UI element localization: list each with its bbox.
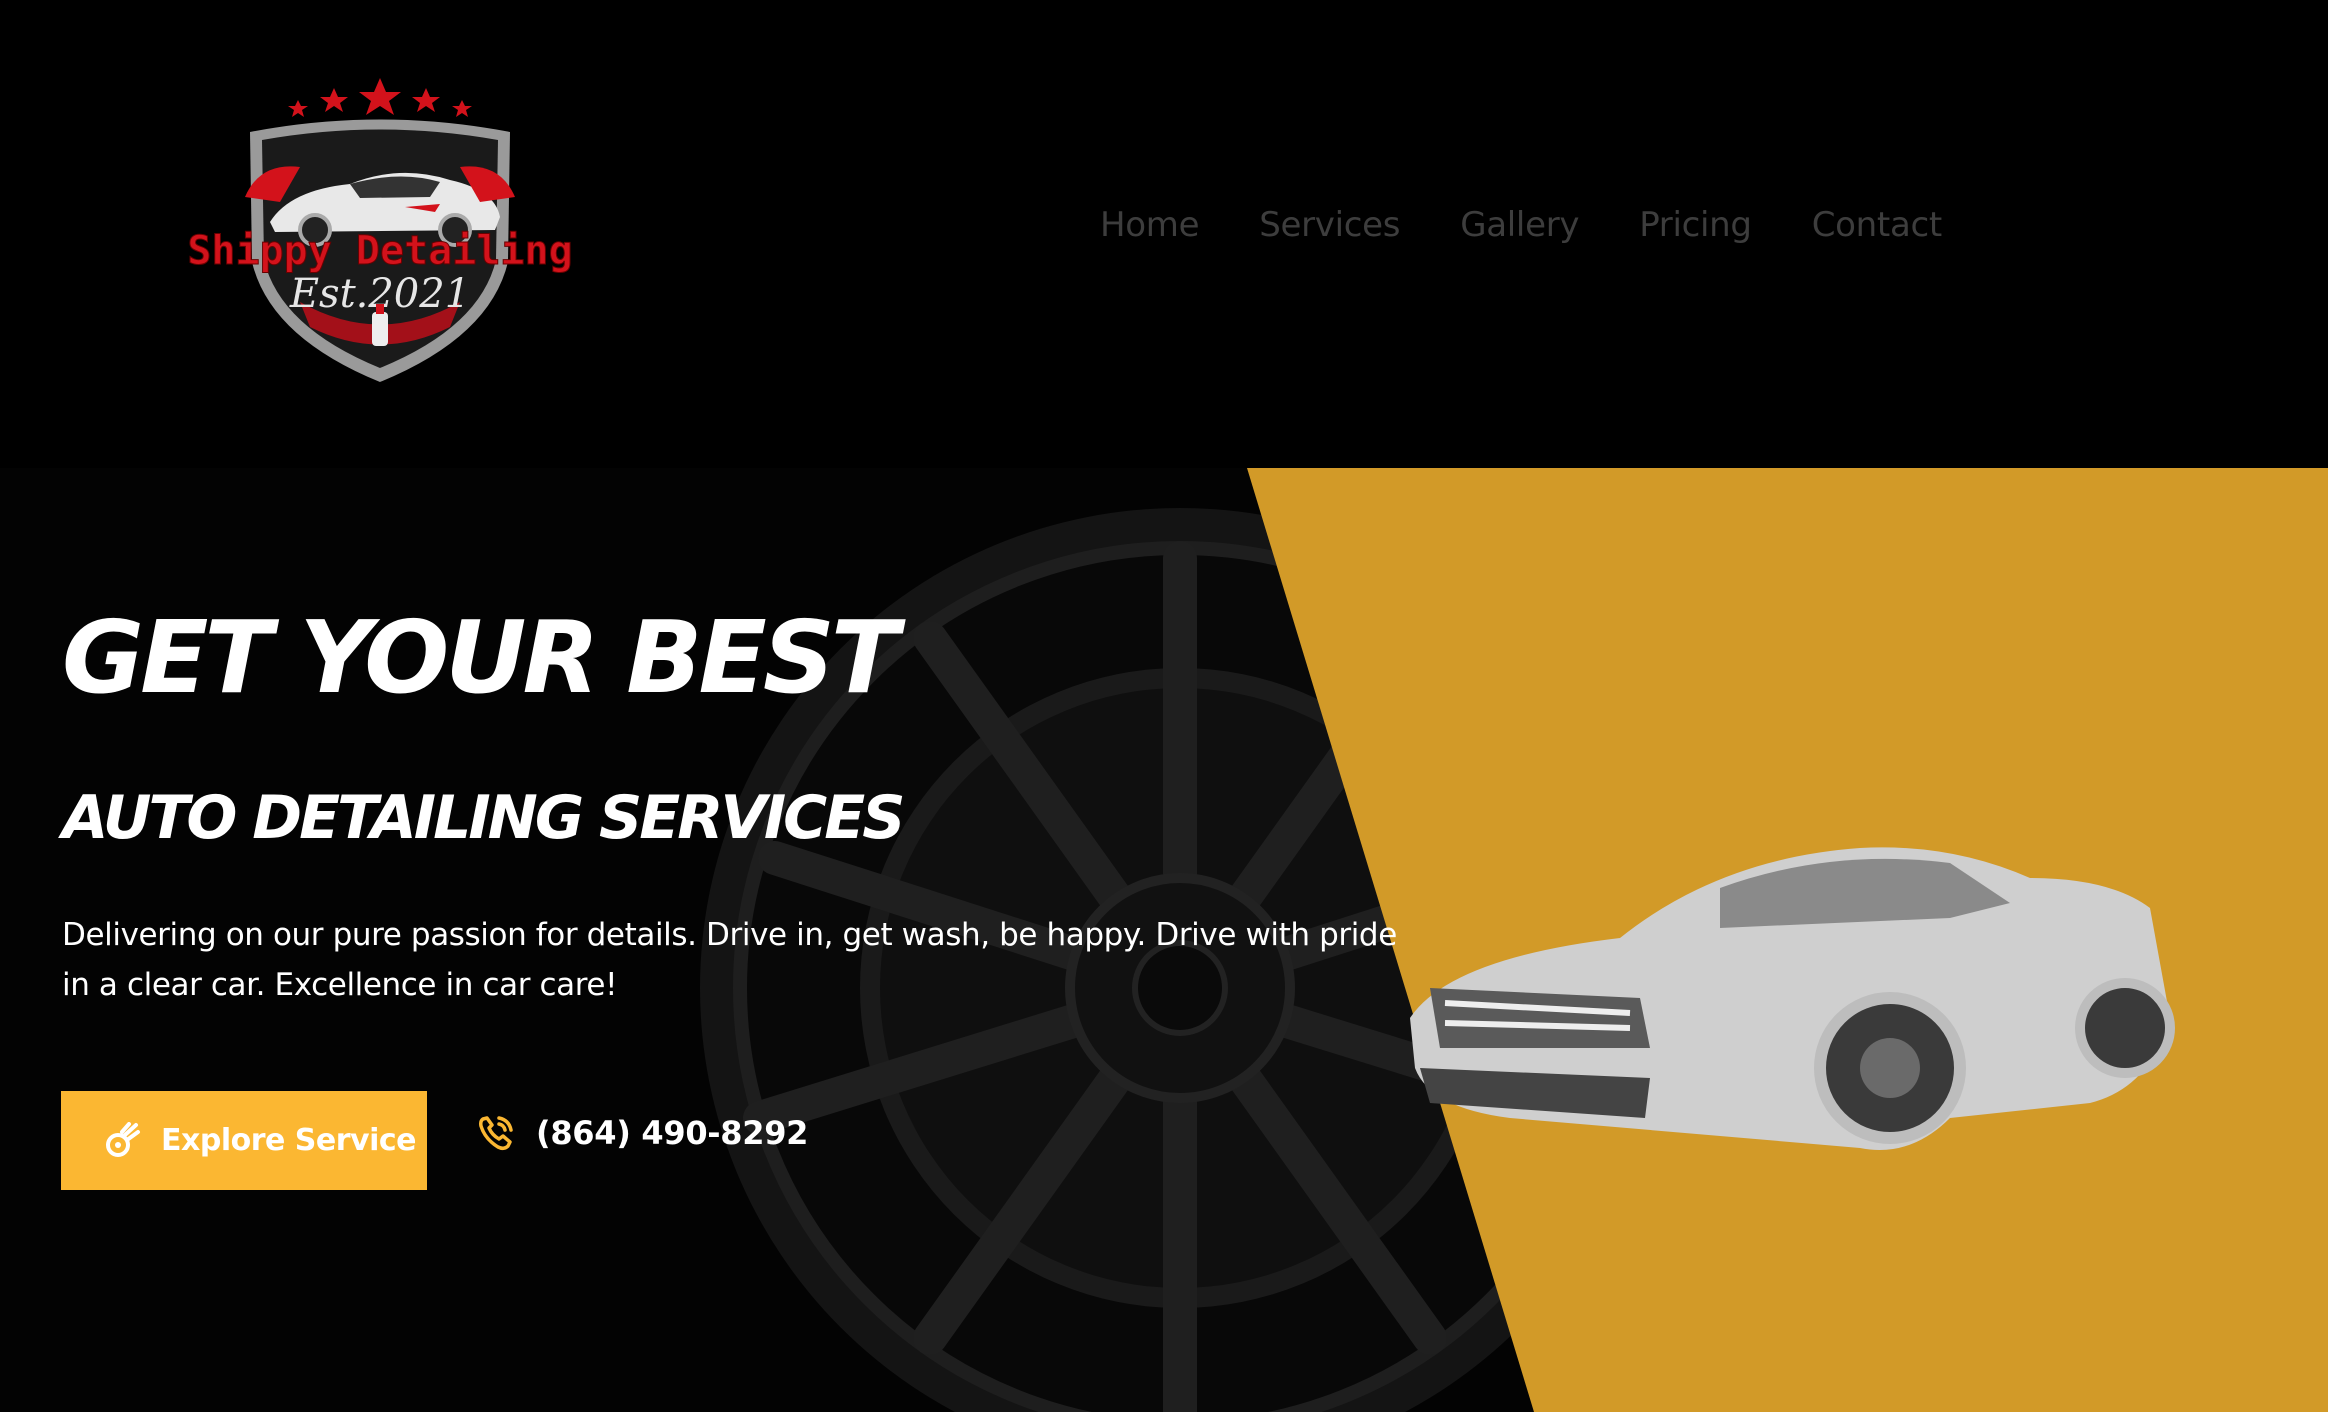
main-nav: Home Services Gallery Pricing Contact [1100,205,1942,245]
stars-icon [288,78,472,117]
site-header: Shippy Detailing Est.2021 Home Services … [0,0,2328,468]
car-image [1410,847,2175,1150]
nav-gallery[interactable]: Gallery [1460,205,1579,245]
hero-description: Delivering on our pure passion for detai… [62,917,1397,1003]
nav-contact[interactable]: Contact [1812,205,1942,245]
explore-service-button[interactable]: Explore Service [61,1091,427,1190]
phone-number: (864) 490-8292 [536,1114,809,1152]
nav-services[interactable]: Services [1259,205,1400,245]
nav-pricing[interactable]: Pricing [1639,205,1752,245]
hero-headline: GET YOUR BEST [62,599,899,716]
hero-subheadline: AUTO DETAILING SERVICES [62,783,905,853]
hero-section: GET YOUR BEST AUTO DETAILING SERVICES De… [0,468,2328,1412]
explore-service-label: Explore Service [161,1123,417,1158]
phone-ringing-icon [479,1116,513,1151]
phone-link[interactable]: (864) 490-8292 [476,1113,808,1153]
logo-text: Shippy Detailing [187,228,572,274]
nav-home[interactable]: Home [1100,205,1200,245]
comet-icon [106,1121,140,1157]
brand-logo[interactable]: Shippy Detailing Est.2021 [150,72,610,392]
